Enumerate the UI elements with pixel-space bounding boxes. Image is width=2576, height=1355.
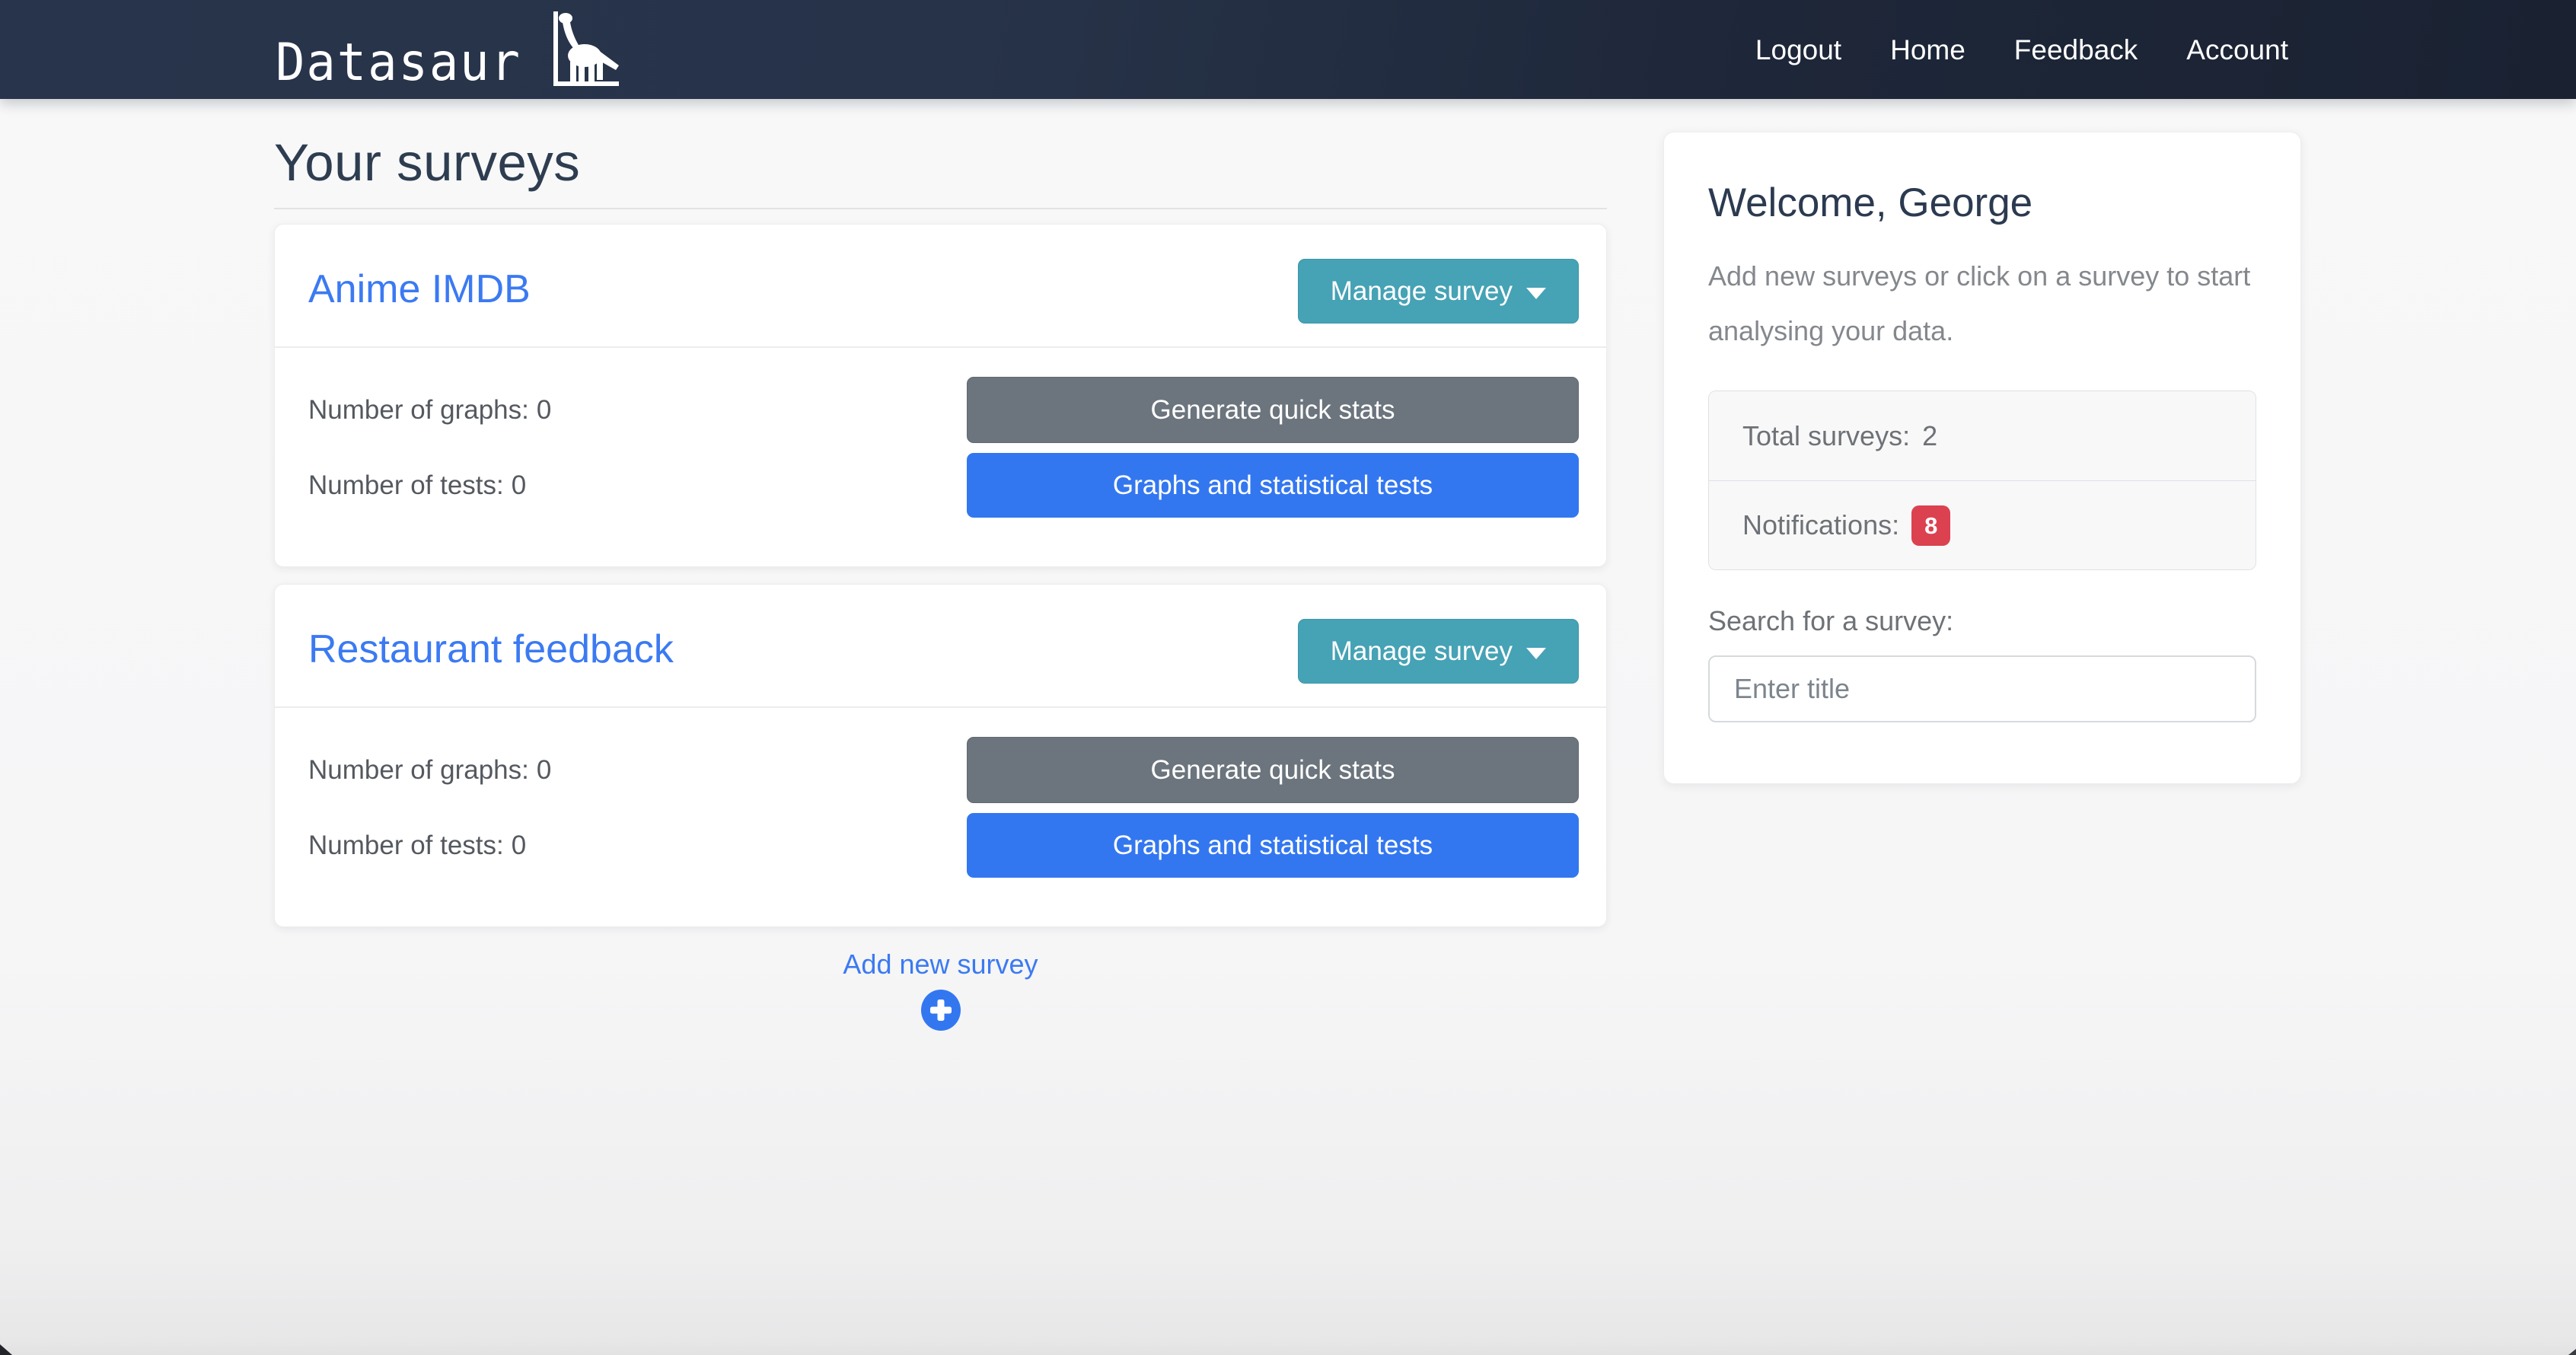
manage-survey-label: Manage survey <box>1331 276 1513 307</box>
stat-tests-value: 0 <box>512 470 526 501</box>
survey-search-input[interactable] <box>1708 655 2256 722</box>
footer-edge-right <box>2568 1349 2576 1355</box>
welcome-heading: Welcome, George <box>1708 180 2256 226</box>
content-row: Your surveys Anime IMDB Manage survey Nu… <box>0 99 2576 1035</box>
welcome-description: Add new surveys or click on a survey to … <box>1708 249 2256 359</box>
stat-tests-label: Number of tests: <box>308 831 504 861</box>
caret-down-icon <box>1526 288 1546 299</box>
graphs-statistical-tests-button[interactable]: Graphs and statistical tests <box>967 453 1579 518</box>
welcome-panel: Welcome, George Add new surveys or click… <box>1663 132 2301 784</box>
stat-graphs-value: 0 <box>537 755 551 786</box>
survey-actions: Generate quick stats Graphs and statisti… <box>967 737 1579 878</box>
stat-tests-label: Number of tests: <box>308 470 504 501</box>
survey-stats: Number of graphs: 0 Number of tests: 0 <box>308 377 551 518</box>
survey-card-restaurant-feedback: Restaurant feedback Manage survey Number… <box>274 584 1607 927</box>
stat-graphs-value: 0 <box>537 395 551 426</box>
survey-card-header: Anime IMDB Manage survey <box>275 225 1606 348</box>
generate-quick-stats-button[interactable]: Generate quick stats <box>967 377 1579 443</box>
stat-graphs-label: Number of graphs: <box>308 395 529 426</box>
survey-card-body: Number of graphs: 0 Number of tests: 0 G… <box>275 348 1606 566</box>
manage-survey-label: Manage survey <box>1331 636 1513 667</box>
manage-survey-button[interactable]: Manage survey <box>1298 619 1579 684</box>
brand-text: Datasaur <box>276 37 521 89</box>
total-surveys-item: Total surveys: 2 <box>1709 391 2256 480</box>
brand-logo[interactable]: Datasaur <box>276 10 621 89</box>
stat-graphs: Number of graphs: 0 <box>308 737 551 803</box>
survey-title-link[interactable]: Restaurant feedback <box>308 627 674 673</box>
survey-card-header: Restaurant feedback Manage survey <box>275 585 1606 708</box>
survey-stats: Number of graphs: 0 Number of tests: 0 <box>308 737 551 878</box>
search-label: Search for a survey: <box>1708 605 2256 637</box>
survey-card-anime-imdb: Anime IMDB Manage survey Number of graph… <box>274 224 1607 567</box>
graphs-statistical-tests-button[interactable]: Graphs and statistical tests <box>967 813 1579 878</box>
nav-link-logout[interactable]: Logout <box>1755 36 1841 64</box>
stat-tests: Number of tests: 0 <box>308 453 551 518</box>
add-new-survey-link[interactable]: Add new survey <box>843 948 1038 980</box>
summary-list: Total surveys: 2 Notifications: 8 <box>1708 391 2256 570</box>
page-title: Your surveys <box>274 132 1607 193</box>
dinosaur-chart-icon <box>545 10 621 89</box>
caret-down-icon <box>1526 648 1546 659</box>
stat-graphs: Number of graphs: 0 <box>308 377 551 443</box>
footer-edge-left <box>0 1344 12 1355</box>
survey-card-body: Number of graphs: 0 Number of tests: 0 G… <box>275 708 1606 926</box>
survey-actions: Generate quick stats Graphs and statisti… <box>967 377 1579 518</box>
surveys-column: Your surveys Anime IMDB Manage survey Nu… <box>274 99 1607 1035</box>
stat-graphs-label: Number of graphs: <box>308 755 529 786</box>
survey-title-link[interactable]: Anime IMDB <box>308 267 531 313</box>
total-surveys-label: Total surveys: <box>1742 420 1910 452</box>
notifications-badge: 8 <box>1911 505 1950 546</box>
navbar: Datasaur Logout Home Feedback <box>0 0 2576 99</box>
notifications-item: Notifications: 8 <box>1709 480 2256 569</box>
nav-link-home[interactable]: Home <box>1890 36 1965 64</box>
plus-circle-icon[interactable] <box>921 990 961 1031</box>
manage-survey-button[interactable]: Manage survey <box>1298 259 1579 324</box>
stat-tests: Number of tests: 0 <box>308 813 551 878</box>
sidebar-column: Welcome, George Add new surveys or click… <box>1663 132 2301 784</box>
title-divider <box>274 208 1607 209</box>
add-survey-block: Add new survey <box>274 948 1607 1035</box>
notifications-label: Notifications: <box>1742 509 1899 541</box>
nav-link-account[interactable]: Account <box>2186 36 2288 64</box>
nav-link-feedback[interactable]: Feedback <box>2014 36 2138 64</box>
generate-quick-stats-button[interactable]: Generate quick stats <box>967 737 1579 803</box>
total-surveys-value: 2 <box>1922 420 1937 452</box>
stat-tests-value: 0 <box>512 831 526 861</box>
nav-links: Logout Home Feedback Account <box>1755 36 2288 64</box>
